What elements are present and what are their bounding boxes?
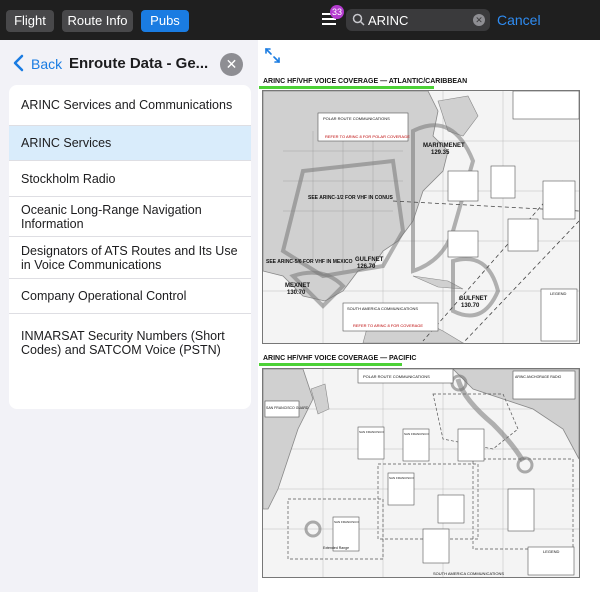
- sidebar-title: Enroute Data - Ge...: [69, 55, 209, 72]
- list-item-inmarsat[interactable]: INMARSAT Security Numbers (Short Codes) …: [9, 314, 251, 371]
- list-item-label: INMARSAT Security Numbers (Short Codes) …: [21, 328, 225, 357]
- list-item-label: ARINC Services: [21, 136, 112, 150]
- map-label: SOUTH AMERICA COMMUNICATIONS: [433, 571, 504, 576]
- chart-title-atlantic: ARINC HF/VHF VOICE COVERAGE — ATLANTIC/C…: [263, 78, 468, 85]
- chevron-left-icon[interactable]: [12, 54, 24, 72]
- map-label: LEGEND: [543, 549, 560, 554]
- list-item-company-operational-control[interactable]: Company Operational Control: [9, 279, 251, 314]
- map-label: SEE ARINC-5/6 FOR VHF IN MEXICO: [266, 259, 353, 265]
- map-label: POLAR ROUTE COMMUNICATIONS: [363, 374, 430, 379]
- map-label: MARITIMENET: [423, 143, 465, 149]
- list-item-label: Company Operational Control: [21, 289, 187, 303]
- map-label: GULFNET: [459, 296, 488, 302]
- list-item-arinc-services[interactable]: ARINC Services: [9, 126, 251, 161]
- map-label: 126.70: [357, 264, 376, 270]
- map-label: SAN FRANCISCO: [359, 430, 384, 434]
- map-label: SAN FRANCISCO: [404, 432, 429, 436]
- list-item-ats-routes[interactable]: Designators of ATS Routes and Its Use in…: [9, 237, 251, 279]
- list-item-arinc-services-communications[interactable]: ARINC Services and Communications: [9, 85, 251, 126]
- expand-icon[interactable]: [264, 47, 281, 64]
- document-bottom-margin: [258, 578, 600, 592]
- back-button[interactable]: Back: [31, 56, 62, 72]
- map-label: POLAR ROUTE COMMUNICATIONS: [323, 116, 390, 121]
- map-label: 130.70: [461, 303, 480, 309]
- tab-pubs[interactable]: Pubs: [141, 10, 189, 32]
- search-highlight: [259, 363, 402, 366]
- list-item-label: Stockholm Radio: [21, 171, 116, 186]
- search-highlight: [259, 86, 434, 89]
- map-label: SAN FRANCISCO: [334, 520, 359, 524]
- list-item-label: Designators of ATS Routes and Its Use in…: [21, 243, 238, 272]
- list-item-label: Oceanic Long-Range Navigation Informatio…: [21, 202, 202, 231]
- map-label: SAN FRANCISCO: [389, 476, 414, 480]
- map-label: Extended Range: [323, 546, 349, 550]
- map-label: MEXNET: [285, 283, 310, 289]
- map-label: SOUTH AMERICA COMMUNICATIONS: [347, 306, 418, 311]
- map-label: LEGEND: [550, 291, 567, 296]
- sidebar: Back Enroute Data - Ge... ✕ ARINC Servic…: [0, 40, 258, 592]
- top-toolbar: Flight Route Info Pubs 33 ✕ Cancel: [0, 0, 600, 40]
- map-label: SAN FRANCISCO GUARD: [266, 406, 309, 410]
- map-label: SEE ARINC-1/2 FOR VHF IN CONUS: [308, 195, 393, 201]
- map-label: GULFNET: [355, 257, 384, 263]
- close-icon[interactable]: ✕: [220, 53, 243, 76]
- map-label: 130.70: [287, 290, 306, 296]
- clear-search-icon[interactable]: ✕: [473, 14, 485, 26]
- map-label: 129.35: [431, 150, 450, 156]
- search-icon: [352, 13, 365, 26]
- section-list: ARINC Services and Communications ARINC …: [9, 85, 251, 409]
- list-item-stockholm-radio[interactable]: Stockholm Radio: [9, 161, 251, 197]
- map-label: ARINC ANCHORAGE RADIO: [515, 375, 562, 379]
- map-label: REFER TO ARINC 8 FOR COVERAGE: [353, 323, 423, 328]
- list-item-oceanic-navigation[interactable]: Oceanic Long-Range Navigation Informatio…: [9, 197, 251, 237]
- list-item-label: ARINC Services and Communications: [21, 98, 233, 112]
- sidebar-header: Back Enroute Data - Ge... ✕: [0, 40, 258, 84]
- coverage-map-pacific[interactable]: POLAR ROUTE COMMUNICATIONS SAN FRANCISCO…: [262, 368, 580, 578]
- search-bar[interactable]: ✕: [346, 9, 490, 31]
- tab-route-info[interactable]: Route Info: [62, 10, 133, 32]
- search-input[interactable]: [368, 9, 468, 31]
- chart-title-pacific: ARINC HF/VHF VOICE COVERAGE — PACIFIC: [263, 355, 417, 362]
- cancel-button[interactable]: Cancel: [497, 12, 541, 28]
- map-label: REFER TO ARINC 8 FOR POLAR COVERAGE: [325, 134, 410, 139]
- tab-flight[interactable]: Flight: [6, 10, 54, 32]
- notification-badge: 33: [330, 5, 344, 19]
- coverage-map-atlantic[interactable]: POLAR ROUTE COMMUNICATIONS REFER TO ARIN…: [262, 90, 580, 344]
